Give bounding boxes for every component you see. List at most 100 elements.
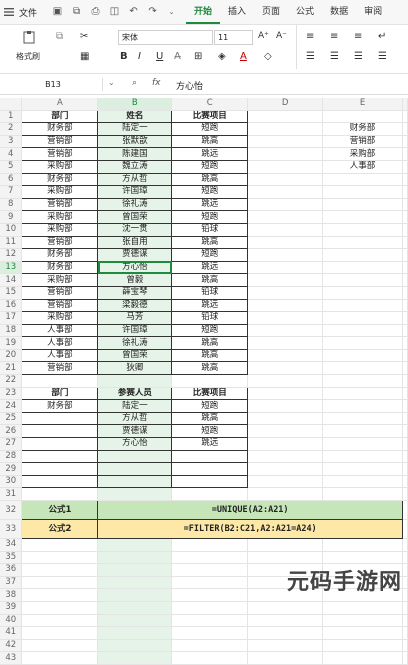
cell-empty[interactable] bbox=[171, 487, 249, 501]
row-header[interactable]: 9 bbox=[0, 210, 23, 224]
cell-empty[interactable] bbox=[402, 324, 408, 338]
cell-unique-result[interactable] bbox=[322, 324, 403, 338]
wps-menu-icon[interactable] bbox=[3, 6, 15, 18]
cell-empty[interactable] bbox=[247, 147, 324, 161]
chevron-down-icon[interactable]: ⌄ bbox=[165, 6, 178, 18]
cell-unique-result[interactable]: 人事部 bbox=[322, 160, 403, 174]
cell-empty[interactable] bbox=[402, 248, 408, 262]
cell-event[interactable]: 跳高 bbox=[171, 348, 249, 363]
cell-event[interactable]: 跳高 bbox=[171, 273, 249, 287]
row-header[interactable]: 22 bbox=[0, 374, 23, 388]
cell-event[interactable]: 短跑 bbox=[171, 399, 249, 413]
tab-insert[interactable]: 插入 bbox=[220, 0, 254, 24]
cell-dept[interactable]: 采购部 bbox=[21, 273, 99, 287]
cell-dept[interactable] bbox=[21, 474, 99, 489]
align-center-icon[interactable]: ☰ bbox=[330, 51, 339, 62]
align-bottom-icon[interactable]: ≡ bbox=[354, 31, 362, 42]
cell-event[interactable]: 短跑 bbox=[171, 424, 249, 439]
cell-name[interactable]: 陆定一 bbox=[97, 122, 173, 136]
cell-empty[interactable] bbox=[247, 210, 324, 224]
cell-empty[interactable] bbox=[247, 273, 324, 287]
select-all-corner[interactable] bbox=[0, 98, 23, 111]
font-family-select[interactable]: 宋体 bbox=[118, 30, 213, 45]
cell-name[interactable]: 徐礼涛 bbox=[97, 336, 173, 350]
row-header[interactable]: 27 bbox=[0, 437, 23, 451]
cell-empty[interactable] bbox=[402, 336, 408, 350]
cell-event[interactable] bbox=[171, 474, 249, 489]
row-header[interactable]: 40 bbox=[0, 614, 23, 628]
align-middle-icon[interactable]: ≡ bbox=[330, 31, 338, 42]
cell-empty[interactable] bbox=[247, 614, 324, 628]
cell-event[interactable]: 跳远 bbox=[171, 260, 249, 275]
cell-empty[interactable] bbox=[247, 160, 324, 174]
cell-empty[interactable] bbox=[97, 639, 173, 653]
cell-empty[interactable] bbox=[402, 311, 408, 325]
cell-name[interactable]: 狄卿 bbox=[97, 361, 173, 376]
name-box[interactable]: B13 bbox=[4, 78, 103, 91]
cell-empty[interactable] bbox=[247, 412, 324, 426]
cell-empty[interactable] bbox=[247, 626, 324, 640]
preview-icon[interactable]: ◫ bbox=[108, 6, 121, 18]
cell-empty[interactable] bbox=[402, 551, 408, 565]
cell-unique-result[interactable]: 财务部 bbox=[322, 122, 403, 136]
cell-empty[interactable] bbox=[402, 135, 408, 149]
cell-name[interactable]: 薛宝琴 bbox=[97, 285, 173, 300]
row-header[interactable]: 18 bbox=[0, 324, 23, 338]
cell-empty[interactable] bbox=[247, 198, 324, 212]
cell-dept[interactable]: 财务部 bbox=[21, 248, 99, 262]
cell-empty[interactable] bbox=[171, 576, 249, 590]
save-icon[interactable]: ▣ bbox=[51, 6, 64, 18]
row-header[interactable]: 31 bbox=[0, 487, 23, 501]
row-header[interactable]: 17 bbox=[0, 311, 23, 325]
cell-participant[interactable]: 参赛人员 bbox=[97, 386, 173, 401]
increase-font-icon[interactable]: A⁺ bbox=[258, 31, 269, 41]
cell-unique-result[interactable] bbox=[322, 336, 403, 350]
align-right-icon[interactable]: ☰ bbox=[354, 51, 363, 62]
cell-event[interactable]: 短跑 bbox=[171, 185, 249, 199]
cell-event[interactable]: 跳远 bbox=[171, 147, 249, 161]
cell-empty[interactable] bbox=[402, 462, 408, 476]
column-header-c[interactable]: C bbox=[171, 98, 249, 111]
cell-empty[interactable] bbox=[402, 399, 408, 413]
cell-empty[interactable] bbox=[97, 601, 173, 615]
cell-event[interactable]: 跳高 bbox=[171, 172, 249, 187]
cell-empty[interactable] bbox=[402, 198, 408, 212]
row-header[interactable]: 19 bbox=[0, 336, 23, 350]
cell-dept[interactable]: 采购部 bbox=[21, 222, 99, 237]
cell-empty[interactable] bbox=[322, 601, 403, 615]
cell-empty[interactable] bbox=[322, 374, 403, 388]
cell-empty[interactable] bbox=[247, 399, 324, 413]
row-header[interactable]: 23 bbox=[0, 387, 23, 401]
cell-dept[interactable] bbox=[21, 424, 99, 439]
cell-empty[interactable] bbox=[97, 614, 173, 628]
cell-dept[interactable]: 营销部 bbox=[21, 298, 99, 313]
row-header[interactable]: 39 bbox=[0, 601, 23, 615]
cell-empty[interactable] bbox=[247, 487, 324, 501]
formula-label[interactable]: 公式2 bbox=[21, 519, 99, 539]
cell-dept[interactable]: 采购部 bbox=[21, 185, 99, 199]
cell-empty[interactable] bbox=[322, 387, 403, 401]
cell-empty[interactable] bbox=[402, 299, 408, 313]
cell-empty[interactable] bbox=[402, 185, 408, 199]
cell-empty[interactable] bbox=[247, 387, 324, 401]
cell-empty[interactable] bbox=[402, 538, 408, 552]
cell-empty[interactable] bbox=[402, 626, 408, 640]
cell-event[interactable]: 跳高 bbox=[171, 235, 249, 250]
cell-event[interactable]: 跳高 bbox=[171, 361, 249, 376]
row-header[interactable]: 29 bbox=[0, 462, 23, 476]
cell-name[interactable]: 曾毅 bbox=[97, 273, 173, 287]
cell-empty[interactable] bbox=[21, 563, 99, 577]
cell-empty[interactable] bbox=[247, 601, 324, 615]
cell-name[interactable]: 陈建国 bbox=[97, 147, 173, 161]
cell-empty[interactable] bbox=[247, 336, 324, 350]
cell-empty[interactable] bbox=[21, 576, 99, 590]
cell-unique-result[interactable] bbox=[322, 236, 403, 250]
file-menu[interactable]: 文件 bbox=[19, 6, 37, 19]
row-header[interactable]: 14 bbox=[0, 273, 23, 287]
cell-event[interactable]: 跳高 bbox=[171, 411, 249, 426]
row-header[interactable]: 28 bbox=[0, 450, 23, 464]
cell-empty[interactable] bbox=[247, 450, 324, 464]
cell-empty[interactable] bbox=[402, 236, 408, 250]
formula-text[interactable]: =FILTER(B2:C21,A2:A21=A24) bbox=[97, 519, 403, 539]
cell-name[interactable]: 方从哲 bbox=[97, 172, 173, 187]
